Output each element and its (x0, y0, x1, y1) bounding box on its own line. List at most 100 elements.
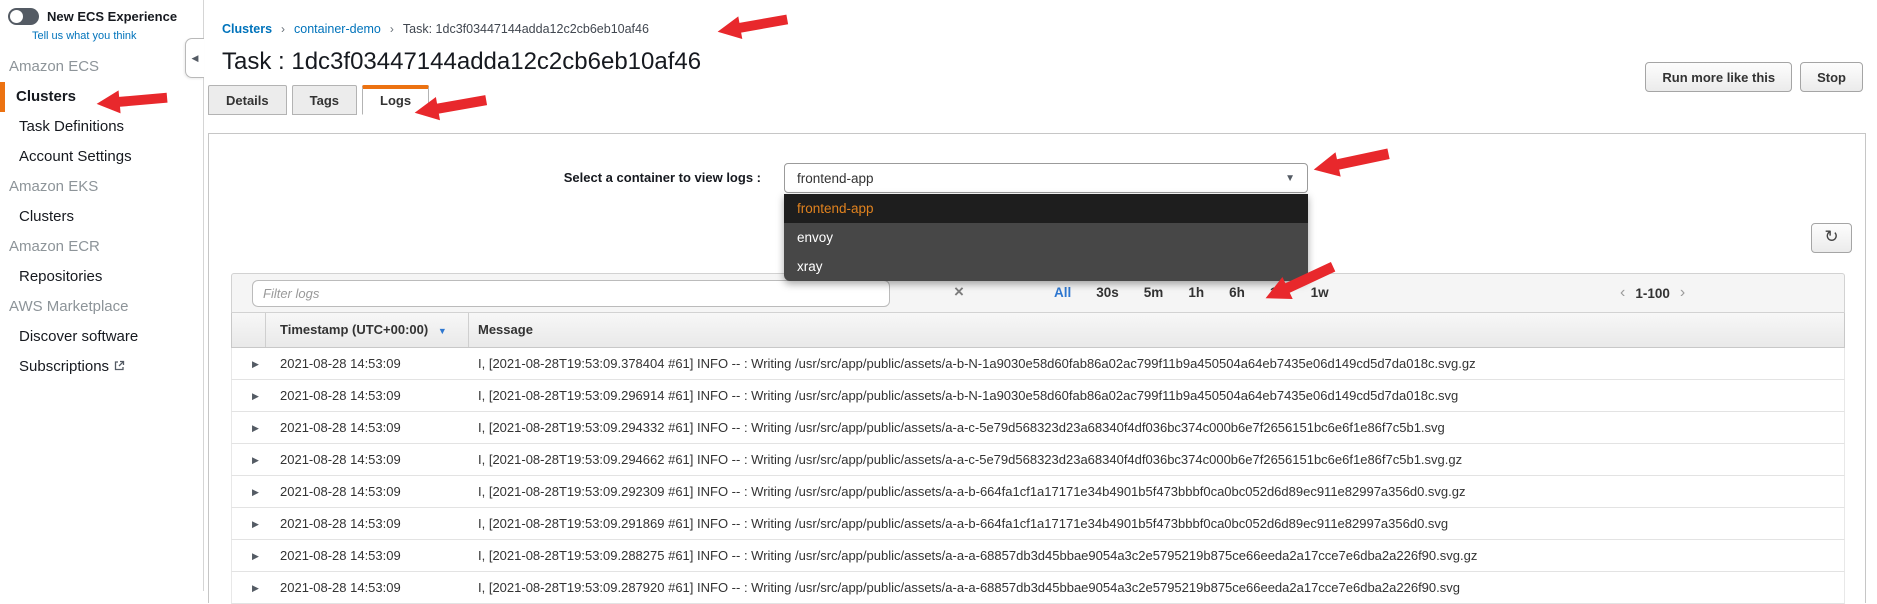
row-expander-icon[interactable]: ▶ (252, 572, 259, 604)
log-message: I, [2021-08-28T19:53:09.291869 #61] INFO… (478, 516, 1449, 531)
sidebar-item-task-definitions[interactable]: Task Definitions (0, 112, 203, 142)
row-expander-icon[interactable]: ▶ (252, 444, 259, 476)
chevron-down-icon: ▼ (1285, 173, 1295, 184)
log-message: I, [2021-08-28T19:53:09.292309 #61] INFO… (478, 484, 1466, 499)
dropdown-option-frontend-app[interactable]: frontend-app (784, 194, 1308, 223)
time-filter-all[interactable]: All (1054, 285, 1071, 300)
table-row: ▶ 2021-08-28 14:53:09 I, [2021-08-28T19:… (231, 476, 1845, 508)
log-timestamp: 2021-08-28 14:53:09 (280, 516, 401, 531)
tab-details[interactable]: Details (208, 85, 287, 115)
sidebar-item-repositories[interactable]: Repositories (0, 262, 203, 292)
sidebar-item-subscriptions[interactable]: Subscriptions (0, 352, 203, 382)
log-timestamp: 2021-08-28 14:53:09 (280, 420, 401, 435)
breadcrumb: Clusters › container-demo › Task: 1dc3f0… (222, 22, 649, 36)
timestamp-header-label: Timestamp (UTC+00:00) (280, 322, 429, 337)
tab-logs[interactable]: Logs (362, 85, 430, 115)
tab-tags[interactable]: Tags (291, 85, 358, 115)
refresh-icon: ↻ (1824, 227, 1839, 246)
section-header-aws-marketplace: AWS Marketplace (9, 298, 129, 315)
row-expander-icon[interactable]: ▶ (252, 380, 259, 412)
time-filter-6h[interactable]: 6h (1229, 285, 1245, 300)
feedback-link[interactable]: Tell us what you think (32, 30, 137, 42)
filter-logs-input[interactable] (252, 280, 890, 307)
sidebar-item-ecs-clusters[interactable]: Clusters (0, 82, 203, 112)
row-expander-icon[interactable]: ▶ (252, 476, 259, 508)
log-message: I, [2021-08-28T19:53:09.294662 #61] INFO… (478, 452, 1463, 467)
new-ecs-experience-toggle-row: New ECS Experience (8, 8, 177, 25)
sidebar-item-account-settings[interactable]: Account Settings (0, 142, 203, 172)
container-select-label: Select a container to view logs : (563, 170, 761, 185)
time-filter-1w[interactable]: 1w (1311, 285, 1329, 300)
log-table-body: ▶ 2021-08-28 14:53:09 I, [2021-08-28T19:… (231, 348, 1845, 604)
row-expander-icon[interactable]: ▶ (252, 508, 259, 540)
table-row: ▶ 2021-08-28 14:53:09 I, [2021-08-28T19:… (231, 412, 1845, 444)
annotation-arrow-breadcrumb-task-id (717, 14, 789, 40)
time-filter-1d[interactable]: 1d (1270, 285, 1286, 300)
section-header-amazon-ecs: Amazon ECS (9, 58, 100, 75)
task-tabs: Details Tags Logs (208, 85, 430, 115)
section-header-amazon-ecr: Amazon ECR (9, 238, 100, 255)
row-expander-icon[interactable]: ▶ (252, 540, 259, 572)
table-row: ▶ 2021-08-28 14:53:09 I, [2021-08-28T19:… (231, 380, 1845, 412)
page-next-icon[interactable]: › (1680, 284, 1685, 302)
log-message: I, [2021-08-28T19:53:09.294332 #61] INFO… (478, 420, 1445, 435)
time-filter-30s[interactable]: 30s (1096, 285, 1119, 300)
log-message: I, [2021-08-28T19:53:09.296914 #61] INFO… (478, 388, 1459, 403)
container-select-value: frontend-app (797, 170, 874, 186)
sidebar-collapse-button[interactable]: ◀ (185, 38, 204, 78)
container-select[interactable]: frontend-app ▼ (784, 163, 1308, 193)
time-filter-1h[interactable]: 1h (1188, 285, 1204, 300)
sidebar: New ECS Experience Tell us what you thin… (0, 0, 204, 591)
time-range-filters: All 30s 5m 1h 6h 1d 1w (1054, 285, 1329, 300)
sidebar-nav: Amazon ECS Clusters Task Definitions Acc… (0, 52, 203, 382)
sidebar-item-eks-clusters[interactable]: Clusters (0, 202, 203, 232)
new-ecs-experience-label: New ECS Experience (47, 9, 178, 24)
timestamp-column-header[interactable]: Timestamp (UTC+00:00) ▼ (266, 313, 469, 347)
breadcrumb-separator: › (389, 22, 394, 36)
toggle-knob (10, 10, 23, 23)
log-timestamp: 2021-08-28 14:53:09 (280, 548, 401, 563)
pagination: ‹ 1-100 › (1620, 284, 1685, 302)
log-timestamp: 2021-08-28 14:53:09 (280, 388, 401, 403)
row-expander-icon[interactable]: ▶ (252, 348, 259, 380)
log-timestamp: 2021-08-28 14:53:09 (280, 356, 401, 371)
log-message: I, [2021-08-28T19:53:09.288275 #61] INFO… (478, 548, 1478, 563)
breadcrumb-clusters[interactable]: Clusters (222, 22, 272, 36)
logs-panel: Select a container to view logs : fronte… (208, 133, 1866, 604)
log-timestamp: 2021-08-28 14:53:09 (280, 452, 401, 467)
header-actions: Run more like this Stop (1645, 62, 1863, 92)
sidebar-item-discover-software[interactable]: Discover software (0, 322, 203, 352)
log-timestamp: 2021-08-28 14:53:09 (280, 484, 401, 499)
run-more-like-this-button[interactable]: Run more like this (1645, 62, 1793, 92)
expander-column-header (232, 313, 266, 347)
log-table-header: Timestamp (UTC+00:00) ▼ Message (231, 313, 1845, 348)
table-row: ▶ 2021-08-28 14:53:09 I, [2021-08-28T19:… (231, 444, 1845, 476)
stop-button[interactable]: Stop (1800, 62, 1863, 92)
table-row: ▶ 2021-08-28 14:53:09 I, [2021-08-28T19:… (231, 572, 1845, 604)
dropdown-option-xray[interactable]: xray (784, 252, 1308, 281)
breadcrumb-container-demo[interactable]: container-demo (294, 22, 381, 36)
log-message: I, [2021-08-28T19:53:09.287920 #61] INFO… (478, 580, 1460, 595)
log-message: I, [2021-08-28T19:53:09.378404 #61] INFO… (478, 356, 1476, 371)
table-row: ▶ 2021-08-28 14:53:09 I, [2021-08-28T19:… (231, 508, 1845, 540)
message-column-header: Message (478, 322, 533, 337)
dropdown-option-envoy[interactable]: envoy (784, 223, 1308, 252)
sort-desc-icon: ▼ (437, 326, 447, 336)
container-dropdown-menu: frontend-app envoy xray (784, 194, 1308, 281)
collapse-chevron-icon: ◀ (191, 52, 199, 63)
section-header-amazon-eks: Amazon EKS (9, 178, 99, 195)
page-title: Task : 1dc3f03447144adda12c2cb6eb10af46 (222, 48, 702, 75)
breadcrumb-separator: › (281, 22, 286, 36)
time-filter-5m[interactable]: 5m (1144, 285, 1164, 300)
external-link-icon (114, 352, 125, 382)
new-ecs-experience-toggle[interactable] (8, 8, 39, 25)
refresh-button[interactable]: ↻ (1811, 223, 1852, 253)
page-range: 1-100 (1635, 285, 1670, 301)
page-prev-icon[interactable]: ‹ (1620, 284, 1625, 302)
clear-filter-icon[interactable]: × (954, 282, 964, 302)
row-expander-icon[interactable]: ▶ (252, 412, 259, 444)
breadcrumb-current-task: Task: 1dc3f03447144adda12c2cb6eb10af46 (402, 22, 649, 36)
log-timestamp: 2021-08-28 14:53:09 (280, 580, 401, 595)
table-row: ▶ 2021-08-28 14:53:09 I, [2021-08-28T19:… (231, 348, 1845, 380)
table-row: ▶ 2021-08-28 14:53:09 I, [2021-08-28T19:… (231, 540, 1845, 572)
